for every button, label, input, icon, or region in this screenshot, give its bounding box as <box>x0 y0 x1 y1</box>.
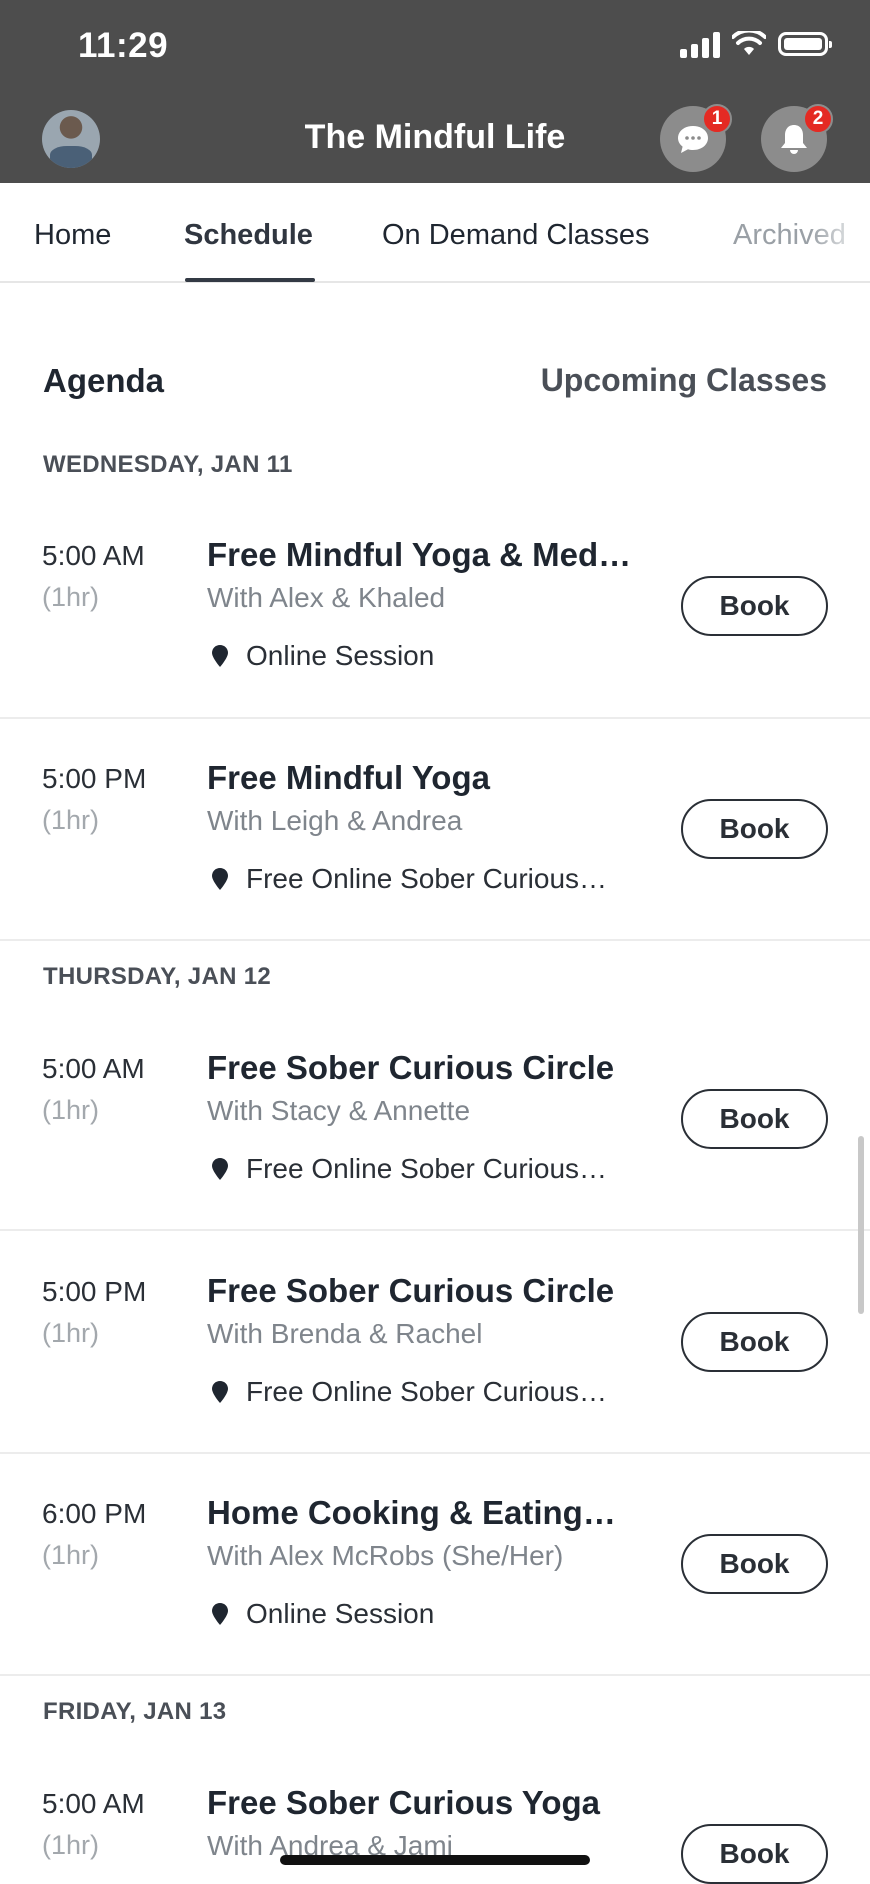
class-row[interactable]: 5:00 AM (1hr) Free Sober Curious Circle … <box>0 1049 870 1231</box>
class-duration: (1hr) <box>42 582 100 612</box>
class-location-text: Online Session <box>246 640 435 671</box>
scrollbar[interactable] <box>858 1136 864 1314</box>
chat-button[interactable]: 1 <box>660 104 732 172</box>
class-time: 5:00 PM <box>42 1276 147 1307</box>
location-pin-icon <box>212 1158 228 1180</box>
cellular-signal-icon <box>680 30 720 58</box>
chat-badge: 1 <box>702 104 732 134</box>
class-instructors: With Brenda & Rachel <box>207 1318 483 1349</box>
class-title: Home Cooking & Eating… <box>207 1494 616 1531</box>
class-instructors: With Alex & Khaled <box>207 582 446 613</box>
status-time: 11:29 <box>78 26 169 65</box>
book-button[interactable]: Book <box>681 1312 828 1372</box>
class-title: Free Sober Curious Yoga <box>207 1784 601 1821</box>
class-location: Free Online Sober Curious… <box>212 863 607 895</box>
class-location-text: Free Online Sober Curious… <box>246 1376 608 1407</box>
class-instructors: With Stacy & Annette <box>207 1095 471 1126</box>
class-time: 5:00 AM <box>42 1788 145 1819</box>
notifications-button[interactable]: 2 <box>761 104 833 172</box>
class-instructors: With Leigh & Andrea <box>207 805 463 836</box>
location-pin-icon <box>212 1603 228 1625</box>
app-header: 11:29 The Mindful Life 1 2 <box>0 0 870 183</box>
class-duration: (1hr) <box>42 1540 100 1570</box>
class-location-text: Online Session <box>246 1598 435 1629</box>
class-time: 6:00 PM <box>42 1498 147 1529</box>
book-button[interactable]: Book <box>681 799 828 859</box>
class-duration: (1hr) <box>42 805 100 835</box>
class-location: Free Online Sober Curious… <box>212 1153 607 1185</box>
book-button[interactable]: Book <box>681 1089 828 1149</box>
class-instructors: With Alex McRobs (She/Her) <box>207 1540 564 1571</box>
notifications-badge: 2 <box>803 104 833 134</box>
class-duration: (1hr) <box>42 1318 100 1348</box>
book-button[interactable]: Book <box>681 1534 828 1594</box>
class-duration: (1hr) <box>42 1095 100 1125</box>
class-title: Free Sober Curious Circle <box>207 1272 615 1309</box>
book-button[interactable]: Book <box>681 1824 828 1884</box>
day-header: THURSDAY, JAN 12 <box>43 963 271 990</box>
status-icons <box>680 30 832 58</box>
day-header: FRIDAY, JAN 13 <box>43 1698 227 1725</box>
class-row[interactable]: 6:00 PM (1hr) Home Cooking & Eating… Wit… <box>0 1494 870 1676</box>
class-time: 5:00 AM <box>42 1053 145 1084</box>
class-row[interactable]: 5:00 AM (1hr) Free Sober Curious Yoga Wi… <box>0 1784 870 1884</box>
location-pin-icon <box>212 868 228 890</box>
class-title: Free Sober Curious Circle <box>207 1049 615 1086</box>
tab-home[interactable]: Home <box>34 219 111 252</box>
class-location: Online Session <box>212 1598 434 1630</box>
day-header: WEDNESDAY, JAN 11 <box>43 451 293 478</box>
class-duration: (1hr) <box>42 1830 100 1860</box>
class-title: Free Mindful Yoga <box>207 759 490 796</box>
agenda-title: Agenda <box>43 362 165 399</box>
tab-overflow-fade <box>810 183 870 279</box>
class-location-text: Free Online Sober Curious… <box>246 863 608 894</box>
book-button[interactable]: Book <box>681 576 828 636</box>
class-location-text: Free Online Sober Curious… <box>246 1153 608 1184</box>
class-title: Free Mindful Yoga & Med… <box>207 536 632 573</box>
wifi-icon <box>732 31 766 55</box>
upcoming-classes-link[interactable]: Upcoming Classes <box>541 362 827 399</box>
location-pin-icon <box>212 645 228 667</box>
class-location: Online Session <box>212 640 434 672</box>
tab-bar: Home Schedule On Demand Classes Archived <box>0 183 870 283</box>
class-time: 5:00 AM <box>42 540 145 571</box>
app-title: The Mindful Life <box>304 118 566 156</box>
class-row[interactable]: 5:00 AM (1hr) Free Mindful Yoga & Med… W… <box>0 536 870 719</box>
tab-schedule[interactable]: Schedule <box>184 219 313 252</box>
class-location: Free Online Sober Curious… <box>212 1376 607 1408</box>
home-indicator[interactable] <box>280 1855 590 1865</box>
location-pin-icon <box>212 1381 228 1403</box>
tab-on-demand-classes[interactable]: On Demand Classes <box>382 219 650 252</box>
battery-icon <box>778 32 832 56</box>
active-tab-indicator <box>185 278 315 282</box>
class-row[interactable]: 5:00 PM (1hr) Free Sober Curious Circle … <box>0 1272 870 1454</box>
class-row[interactable]: 5:00 PM (1hr) Free Mindful Yoga With Lei… <box>0 759 870 941</box>
class-time: 5:00 PM <box>42 763 147 794</box>
